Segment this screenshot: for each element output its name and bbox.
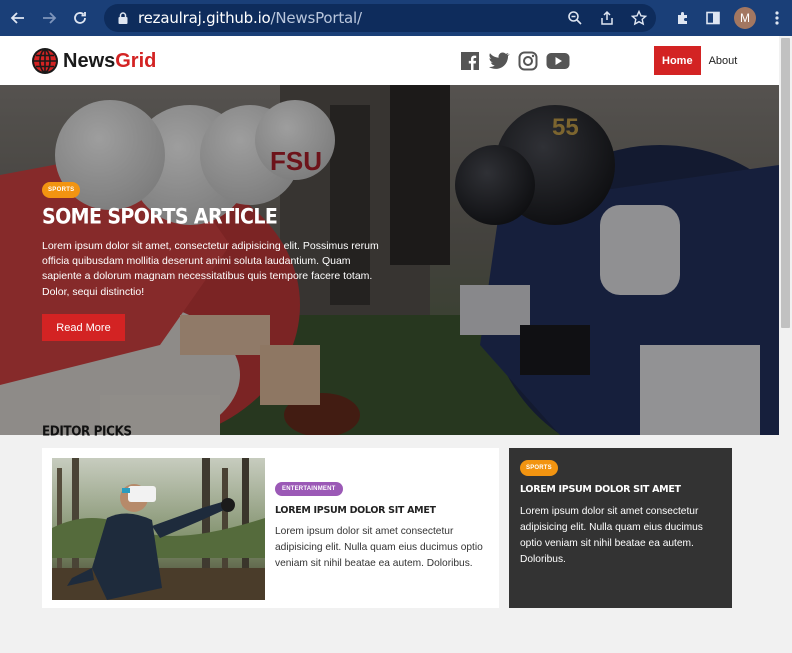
hero-title: Some Sports Article (42, 204, 278, 230)
share-icon[interactable] (598, 8, 616, 28)
scrollbar-thumb[interactable] (781, 38, 790, 328)
browser-toolbar: rezaulraj.github.io/NewsPortal/ M (0, 0, 792, 36)
social-links (460, 51, 570, 71)
main-nav: Home About (654, 46, 745, 75)
hero-category-badge[interactable]: SPORTS (42, 182, 81, 198)
card-main-text: Lorem ipsum dolor sit amet consectetur a… (275, 526, 483, 569)
editor-pick-card-dark[interactable]: SPORTS Lorem ipsum dolor sit amet Lorem … (509, 448, 732, 608)
globe-icon (32, 48, 58, 74)
lock-icon (118, 12, 128, 24)
entertainment-badge[interactable]: ENTERTAINMENT (275, 482, 343, 496)
url-host: rezaulraj.github.io (138, 9, 271, 27)
page-scrollbar[interactable] (779, 36, 792, 653)
youtube-icon[interactable] (546, 51, 570, 71)
bookmark-star-icon[interactable] (630, 8, 648, 28)
card-dark-text: Lorem ipsum dolor sit amet consectetur a… (520, 506, 703, 565)
hero-description: Lorem ipsum dolor sit amet, consectetur … (42, 240, 379, 298)
vr-headset-image (52, 458, 265, 600)
twitter-icon[interactable] (488, 51, 510, 71)
zoom-icon[interactable] (566, 8, 584, 28)
forward-arrow-icon (43, 12, 57, 24)
hero-banner: 55 FSU SPORTS Some Sports Article Lorem … (0, 85, 779, 435)
side-panel-icon[interactable] (698, 3, 728, 33)
nav-home-link[interactable]: Home (654, 46, 701, 75)
forward-button[interactable] (36, 5, 62, 31)
card-dark-title[interactable]: Lorem ipsum dolor sit amet (520, 484, 681, 495)
url-text: rezaulraj.github.io/NewsPortal/ (138, 9, 362, 27)
instagram-icon[interactable] (518, 51, 538, 71)
editor-picks-heading: EDITOR PICKS (42, 423, 132, 439)
sports-badge[interactable]: SPORTS (520, 460, 558, 476)
card-main-title[interactable]: Lorem ipsum dolor sit amet (275, 505, 436, 516)
back-arrow-icon (10, 12, 24, 24)
address-bar[interactable]: rezaulraj.github.io/NewsPortal/ (104, 4, 656, 32)
read-more-button[interactable]: Read More (42, 314, 125, 341)
site-logo[interactable]: NewsGrid (31, 47, 156, 75)
logo-news-text: News (63, 49, 116, 72)
facebook-icon[interactable] (460, 51, 480, 71)
site-header: NewsGrid Home About (0, 36, 779, 85)
url-path: /NewsPortal/ (270, 9, 363, 27)
logo-grid-text: Grid (115, 49, 157, 72)
reload-button[interactable] (67, 5, 93, 31)
back-button[interactable] (5, 5, 31, 31)
page-viewport: NewsGrid Home About 55 FSU SPORTS SOME S… (0, 36, 779, 653)
profile-avatar[interactable]: M (734, 7, 756, 29)
editor-pick-card-main[interactable]: ENTERTAINMENT Lorem ipsum dolor sit amet… (42, 448, 499, 608)
extensions-puzzle-icon[interactable] (668, 3, 698, 33)
reload-icon (74, 12, 86, 24)
browser-menu-icon[interactable] (762, 3, 792, 33)
nav-about-link[interactable]: About (701, 55, 746, 67)
